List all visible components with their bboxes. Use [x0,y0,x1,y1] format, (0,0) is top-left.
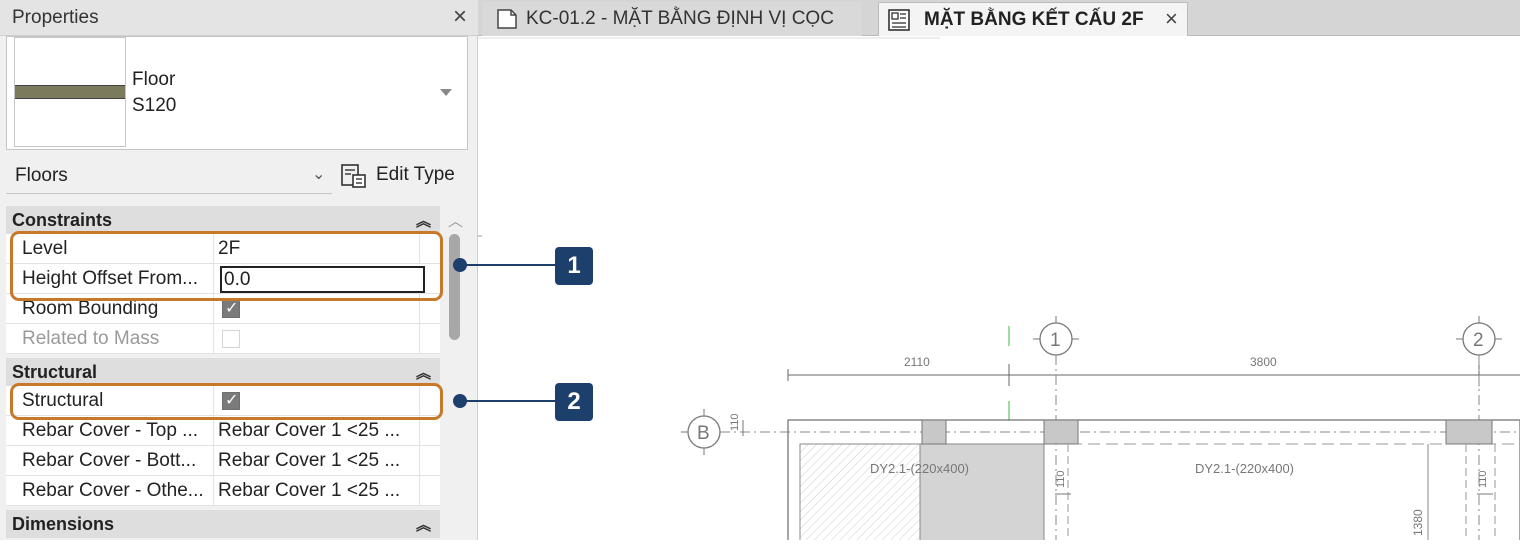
structural-plan-drawing: 2110 3800 1 2 B 110 DY2.1-(220x400) DY2.… [478,37,1520,545]
collapse-icon[interactable]: ︽ [416,362,431,383]
property-row-related-to-mass: Related to Mass [6,324,440,354]
room-bounding-checkbox[interactable]: ✓ [222,300,240,318]
callout-badge-2: 2 [555,383,593,421]
drawing-canvas[interactable]: 2110 3800 1 2 B 110 DY2.1-(220x400) DY2.… [478,36,1520,545]
callout-line-2 [462,400,556,402]
column-divider [419,446,420,476]
dimension-text: 2110 [904,355,930,369]
section-structural[interactable]: Structural ︽ [6,358,440,386]
highlight-box-1 [10,231,443,301]
column-divider [213,416,214,446]
scroll-up-icon[interactable]: ︿ [448,210,463,231]
close-icon[interactable]: × [449,4,471,30]
scrollbar-thumb[interactable] [449,234,460,340]
edit-type-button[interactable]: Edit Type [339,160,467,192]
category-row: Floors ⌄ Edit Type [6,158,468,198]
slab-section-icon [15,85,125,99]
column-divider [419,324,420,354]
property-row-rebar-bottom[interactable]: Rebar Cover - Bott... Rebar Cover 1 <25 … [6,446,440,476]
callout-line-1 [462,264,556,266]
view-tab-bar: KC-01.2 - MẶT BẰNG ĐỊNH VỊ CỌC MẶT BẰNG … [478,0,1520,36]
dimension-text: 110 [729,413,741,431]
property-label: Rebar Cover - Bott... [22,450,197,471]
type-name: S120 [132,95,177,116]
column-divider [213,446,214,476]
tab-dinh-vi-coc[interactable]: KC-01.2 - MẶT BẰNG ĐỊNH VỊ CỌC [482,2,862,36]
column-divider [419,476,420,506]
dimension-text: 110 [1477,470,1489,488]
beam-label: DY2.1-(220x400) [1195,461,1294,476]
type-family-name: Floor [132,69,176,90]
section-dimensions[interactable]: Dimensions ︽ [6,510,440,538]
properties-title-bar: Properties × [0,0,478,36]
sheet-icon [497,9,517,29]
category-label: Floors [15,165,68,186]
floor-type-preview [14,37,126,147]
property-row-rebar-other[interactable]: Rebar Cover - Othe... Rebar Cover 1 <25 … [6,476,440,506]
property-label: Rebar Cover - Top ... [22,420,199,441]
related-to-mass-checkbox [222,330,240,348]
chevron-down-icon[interactable] [440,89,452,96]
property-row-rebar-top[interactable]: Rebar Cover - Top ... Rebar Cover 1 <25 … [6,416,440,446]
edit-type-label: Edit Type [376,164,455,185]
collapse-icon[interactable]: ︽ [416,210,431,231]
grid-label-1: 1 [1050,330,1061,351]
section-title: Structural [12,362,98,382]
dimension-text: 3800 [1250,355,1277,369]
chevron-down-icon: ⌄ [312,166,326,183]
edit-type-icon [341,164,366,188]
property-label: Related to Mass [22,328,160,349]
properties-title: Properties [12,7,99,28]
callout-badge-1: 1 [555,247,593,285]
tab-mat-bang-ket-cau[interactable]: MẶT BẰNG KẾT CẤU 2F × [878,2,1188,36]
floor-plan-icon [888,9,910,31]
column-divider [419,416,420,446]
checkmark-icon: ✓ [225,300,239,317]
beam-label: DY2.1-(220x400) [870,461,969,476]
property-value[interactable]: Rebar Cover 1 <25 ... [218,480,400,502]
property-value[interactable]: Rebar Cover 1 <25 ... [218,450,400,472]
section-constraints[interactable]: Constraints ︽ [6,206,440,234]
property-label: Room Bounding [22,298,159,319]
properties-scrollbar[interactable]: ︿ [446,206,464,540]
section-title: Dimensions [12,514,115,534]
section-title: Constraints [12,210,113,230]
category-filter-dropdown[interactable]: Floors ⌄ [6,158,332,194]
grid-label-b: B [697,423,710,444]
tab-label: MẶT BẰNG KẾT CẤU 2F [924,9,1144,30]
tab-label: KC-01.2 - MẶT BẰNG ĐỊNH VỊ CỌC [526,8,834,29]
property-value[interactable]: Rebar Cover 1 <25 ... [218,420,400,442]
dimension-text: 110 [1055,470,1067,488]
column-divider [213,476,214,506]
collapse-icon[interactable]: ︽ [416,514,431,535]
type-selector[interactable]: Floor S120 [6,36,468,150]
column-divider [213,324,214,354]
grid-label-2: 2 [1473,330,1484,351]
dimension-text: 1380 [1411,509,1425,536]
close-icon[interactable]: × [1165,6,1178,32]
highlight-box-2 [10,383,443,420]
property-label: Rebar Cover - Othe... [22,480,204,501]
